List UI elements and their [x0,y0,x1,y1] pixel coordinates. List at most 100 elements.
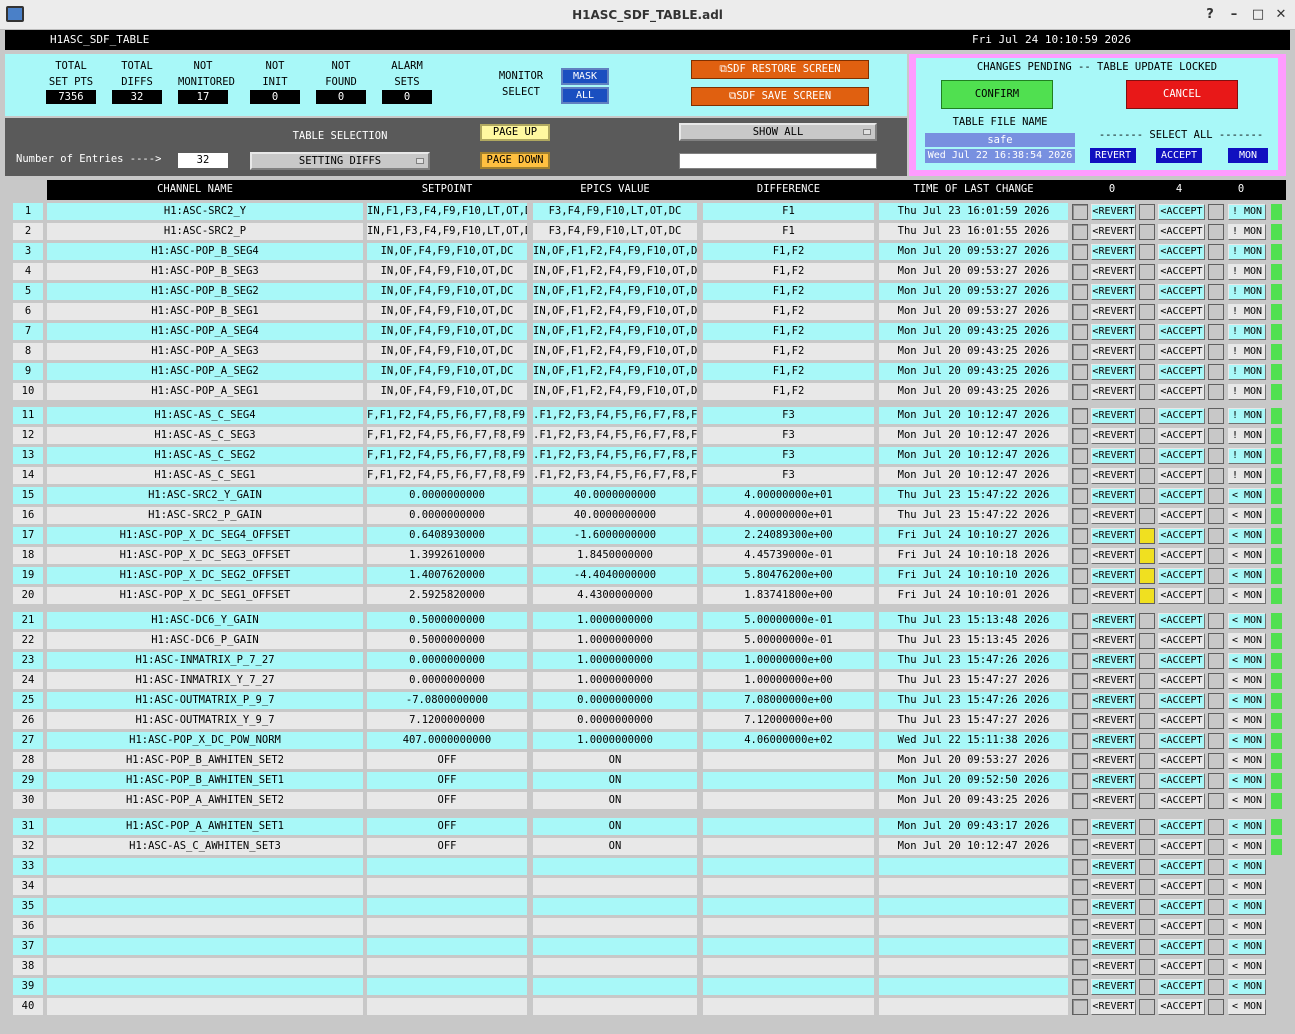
accept-checkbox[interactable] [1139,919,1155,935]
accept-checkbox[interactable] [1139,224,1155,240]
mon-button[interactable]: < MON [1228,959,1266,975]
accept-button[interactable]: <ACCEPT [1158,613,1205,629]
mon-checkbox[interactable] [1208,324,1224,340]
accept-checkbox[interactable] [1139,753,1155,769]
revert-button[interactable]: <REVERT [1091,244,1136,260]
mon-button[interactable]: ! MON [1228,364,1266,380]
mon-button[interactable]: < MON [1228,653,1266,669]
revert-button[interactable]: <REVERT [1091,304,1136,320]
accept-checkbox[interactable] [1139,959,1155,975]
mon-checkbox[interactable] [1208,999,1224,1015]
select-all-mon-button[interactable]: MON [1228,148,1268,163]
revert-checkbox[interactable] [1072,959,1088,975]
revert-button[interactable]: <REVERT [1091,204,1136,220]
cancel-button[interactable]: CANCEL [1126,80,1238,109]
revert-button[interactable]: <REVERT [1091,448,1136,464]
mon-checkbox[interactable] [1208,244,1224,260]
mon-button[interactable]: ! MON [1228,344,1266,360]
revert-button[interactable]: <REVERT [1091,528,1136,544]
mon-button[interactable]: < MON [1228,528,1266,544]
mon-button[interactable]: < MON [1228,588,1266,604]
revert-checkbox[interactable] [1072,284,1088,300]
revert-checkbox[interactable] [1072,693,1088,709]
table-selection-menu[interactable]: SETTING DIFFS [250,152,430,170]
mon-checkbox[interactable] [1208,508,1224,524]
mon-checkbox[interactable] [1208,773,1224,789]
mon-checkbox[interactable] [1208,979,1224,995]
mon-checkbox[interactable] [1208,919,1224,935]
accept-checkbox[interactable] [1139,528,1155,544]
accept-button[interactable]: <ACCEPT [1158,284,1205,300]
mon-button[interactable]: ! MON [1228,304,1266,320]
accept-button[interactable]: <ACCEPT [1158,653,1205,669]
revert-checkbox[interactable] [1072,408,1088,424]
mon-checkbox[interactable] [1208,819,1224,835]
revert-checkbox[interactable] [1072,859,1088,875]
accept-button[interactable]: <ACCEPT [1158,244,1205,260]
accept-button[interactable]: <ACCEPT [1158,468,1205,484]
mon-button[interactable]: < MON [1228,633,1266,649]
revert-button[interactable]: <REVERT [1091,468,1136,484]
confirm-button[interactable]: CONFIRM [941,80,1053,109]
revert-button[interactable]: <REVERT [1091,959,1136,975]
revert-checkbox[interactable] [1072,548,1088,564]
revert-button[interactable]: <REVERT [1091,999,1136,1015]
mon-checkbox[interactable] [1208,959,1224,975]
revert-checkbox[interactable] [1072,713,1088,729]
mon-checkbox[interactable] [1208,304,1224,320]
revert-checkbox[interactable] [1072,364,1088,380]
accept-button[interactable]: <ACCEPT [1158,693,1205,709]
mon-checkbox[interactable] [1208,653,1224,669]
accept-checkbox[interactable] [1139,819,1155,835]
mon-button[interactable]: < MON [1228,548,1266,564]
accept-checkbox[interactable] [1139,793,1155,809]
revert-checkbox[interactable] [1072,344,1088,360]
mon-button[interactable]: < MON [1228,899,1266,915]
accept-checkbox[interactable] [1139,673,1155,689]
mon-checkbox[interactable] [1208,568,1224,584]
revert-button[interactable]: <REVERT [1091,568,1136,584]
entries-input[interactable]: 32 [178,153,228,168]
revert-checkbox[interactable] [1072,613,1088,629]
accept-button[interactable]: <ACCEPT [1158,488,1205,504]
accept-checkbox[interactable] [1139,264,1155,280]
mon-checkbox[interactable] [1208,428,1224,444]
accept-button[interactable]: <ACCEPT [1158,959,1205,975]
revert-button[interactable]: <REVERT [1091,653,1136,669]
revert-checkbox[interactable] [1072,244,1088,260]
revert-button[interactable]: <REVERT [1091,899,1136,915]
accept-button[interactable]: <ACCEPT [1158,673,1205,689]
mon-checkbox[interactable] [1208,204,1224,220]
accept-checkbox[interactable] [1139,384,1155,400]
accept-button[interactable]: <ACCEPT [1158,899,1205,915]
revert-checkbox[interactable] [1072,568,1088,584]
mon-button[interactable]: < MON [1228,508,1266,524]
close-icon[interactable]: ✕ [1273,7,1289,23]
accept-button[interactable]: <ACCEPT [1158,448,1205,464]
accept-button[interactable]: <ACCEPT [1158,939,1205,955]
revert-checkbox[interactable] [1072,999,1088,1015]
revert-checkbox[interactable] [1072,879,1088,895]
accept-button[interactable]: <ACCEPT [1158,733,1205,749]
revert-checkbox[interactable] [1072,979,1088,995]
revert-checkbox[interactable] [1072,224,1088,240]
mon-button[interactable]: < MON [1228,568,1266,584]
mon-button[interactable]: < MON [1228,613,1266,629]
mon-checkbox[interactable] [1208,284,1224,300]
accept-button[interactable]: <ACCEPT [1158,999,1205,1015]
mon-checkbox[interactable] [1208,899,1224,915]
accept-button[interactable]: <ACCEPT [1158,919,1205,935]
revert-checkbox[interactable] [1072,839,1088,855]
mon-button[interactable]: < MON [1228,879,1266,895]
maximize-icon[interactable]: □ [1250,7,1266,23]
mon-checkbox[interactable] [1208,713,1224,729]
mon-checkbox[interactable] [1208,613,1224,629]
accept-button[interactable]: <ACCEPT [1158,344,1205,360]
mask-button[interactable]: MASK [561,68,609,85]
revert-checkbox[interactable] [1072,488,1088,504]
accept-checkbox[interactable] [1139,364,1155,380]
revert-button[interactable]: <REVERT [1091,224,1136,240]
mon-button[interactable]: ! MON [1228,468,1266,484]
revert-button[interactable]: <REVERT [1091,979,1136,995]
revert-button[interactable]: <REVERT [1091,839,1136,855]
